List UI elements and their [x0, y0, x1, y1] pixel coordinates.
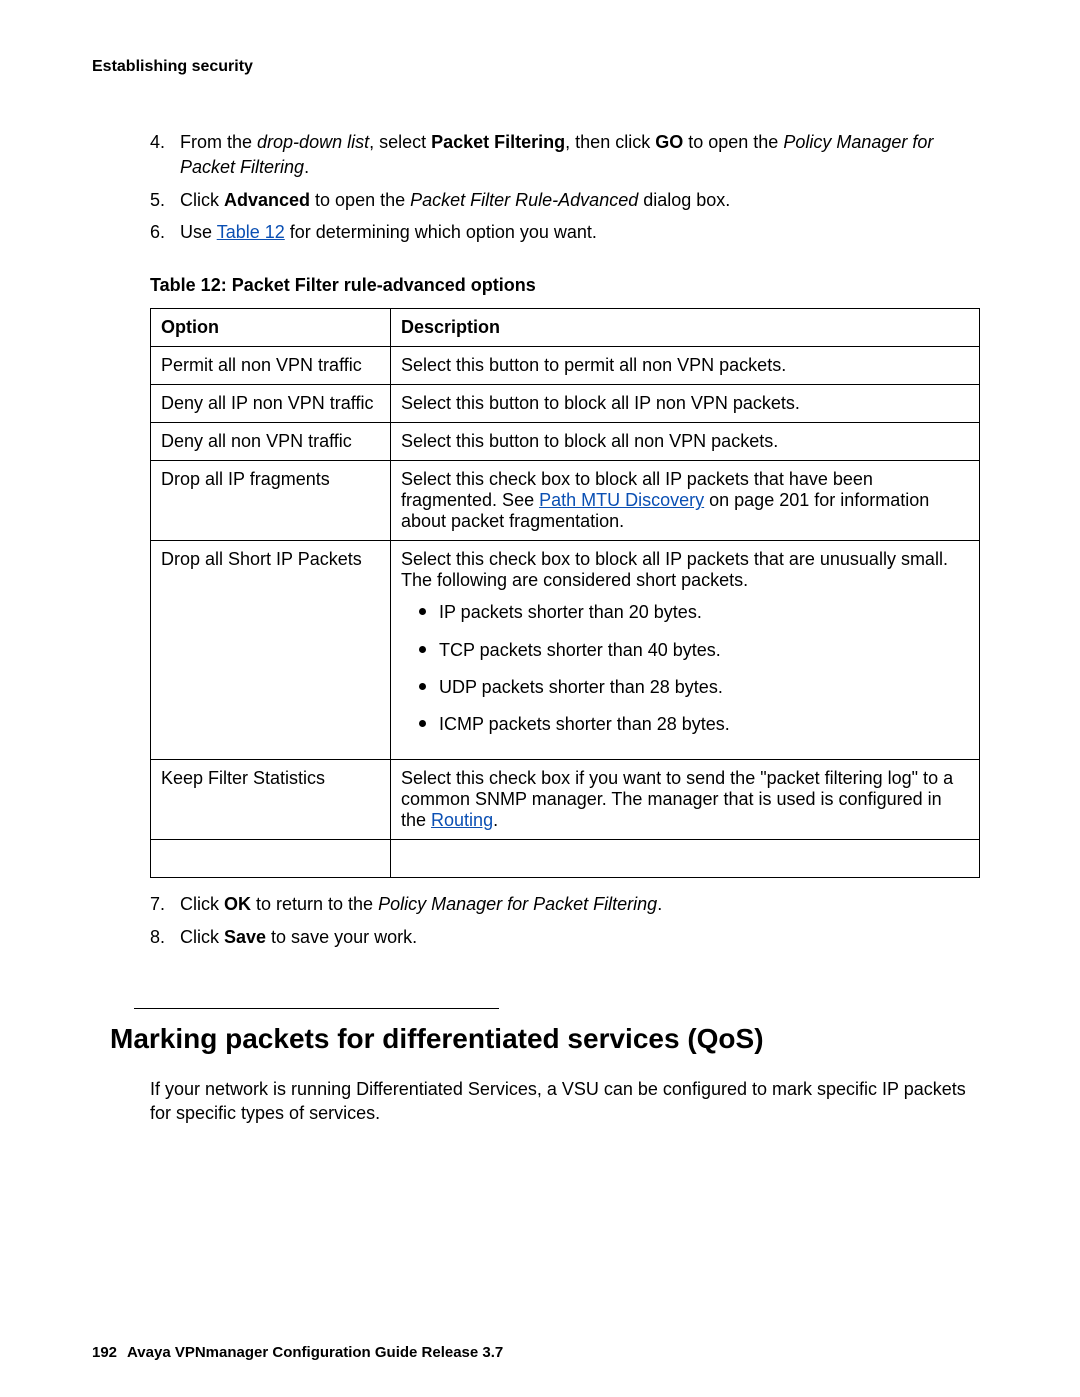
text: to open the: [683, 132, 783, 152]
text: Select this check box to block all IP pa…: [401, 549, 948, 590]
page-number: 192: [92, 1344, 117, 1361]
text-italic: Packet Filter Rule-Advanced: [410, 190, 638, 210]
steps-list-a: From the drop-down list, select Packet F…: [150, 130, 980, 245]
cell-option: Drop all IP fragments: [151, 461, 391, 541]
table-header-row: Option Description: [151, 309, 980, 347]
section-divider: [134, 1008, 499, 1009]
page-header: Establishing security: [92, 58, 988, 76]
list-item: ICMP packets shorter than 28 bytes.: [419, 713, 969, 736]
cell-description: Select this check box to block all IP pa…: [391, 541, 980, 760]
cell-option: Deny all non VPN traffic: [151, 423, 391, 461]
options-table: Option Description Permit all non VPN tr…: [150, 308, 980, 878]
text: Use: [180, 222, 217, 242]
steps-list-b: Click OK to return to the Policy Manager…: [150, 892, 980, 950]
table-caption: Table 12: Packet Filter rule-advanced op…: [150, 275, 980, 296]
step-7: Click OK to return to the Policy Manager…: [150, 892, 980, 917]
table-row: Permit all non VPN traffic Select this b…: [151, 347, 980, 385]
text-bold: GO: [655, 132, 683, 152]
text: to return to the: [251, 894, 378, 914]
cell-description: Select this button to block all non VPN …: [391, 423, 980, 461]
footer-title: Avaya VPNmanager Configuration Guide Rel…: [127, 1344, 503, 1361]
table-row: Deny all non VPN traffic Select this but…: [151, 423, 980, 461]
section-body: If your network is running Differentiate…: [150, 1077, 980, 1127]
text: , select: [369, 132, 431, 152]
step-8: Click Save to save your work.: [150, 925, 980, 950]
table-row: Keep Filter Statistics Select this check…: [151, 759, 980, 839]
text: on page 201: [704, 490, 809, 510]
table-row: Drop all IP fragments Select this check …: [151, 461, 980, 541]
cell-option: Drop all Short IP Packets: [151, 541, 391, 760]
text: Click: [180, 927, 224, 947]
text: for determining which option you want.: [285, 222, 597, 242]
step-6: Use Table 12 for determining which optio…: [150, 220, 980, 245]
cell-description: Select this check box to block all IP pa…: [391, 461, 980, 541]
short-packets-list: IP packets shorter than 20 bytes. TCP pa…: [401, 601, 969, 737]
link-table-12[interactable]: Table 12: [217, 222, 285, 242]
text: to open the: [310, 190, 410, 210]
text-bold: Advanced: [224, 190, 310, 210]
text-bold: Packet Filtering: [431, 132, 565, 152]
text-bold: Save: [224, 927, 266, 947]
main-content: From the drop-down list, select Packet F…: [92, 130, 988, 1126]
text: Click: [180, 894, 224, 914]
link-routing[interactable]: Routing: [431, 810, 493, 830]
cell-empty: [391, 839, 980, 877]
list-item: TCP packets shorter than 40 bytes.: [419, 639, 969, 662]
section-heading: Marking packets for differentiated servi…: [110, 1023, 980, 1055]
text: .: [493, 810, 498, 830]
cell-option: Keep Filter Statistics: [151, 759, 391, 839]
list-item: UDP packets shorter than 28 bytes.: [419, 676, 969, 699]
text: .: [304, 157, 309, 177]
text: .: [657, 894, 662, 914]
cell-description: Select this button to permit all non VPN…: [391, 347, 980, 385]
cell-option: Permit all non VPN traffic: [151, 347, 391, 385]
text-italic: drop-down list: [257, 132, 369, 152]
cell-option: Deny all IP non VPN traffic: [151, 385, 391, 423]
text: to save your work.: [266, 927, 417, 947]
text: , then click: [565, 132, 655, 152]
text: Click: [180, 190, 224, 210]
table-row: Drop all Short IP Packets Select this ch…: [151, 541, 980, 760]
text-bold: OK: [224, 894, 251, 914]
link-path-mtu[interactable]: Path MTU Discovery: [539, 490, 704, 510]
text: dialog box.: [638, 190, 730, 210]
cell-description: Select this button to block all IP non V…: [391, 385, 980, 423]
step-5: Click Advanced to open the Packet Filter…: [150, 188, 980, 213]
text-italic: Policy Manager for Packet Filtering: [378, 894, 657, 914]
cell-description: Select this check box if you want to sen…: [391, 759, 980, 839]
col-option: Option: [151, 309, 391, 347]
cell-empty: [151, 839, 391, 877]
col-description: Description: [391, 309, 980, 347]
text: From the: [180, 132, 257, 152]
page-footer: 192 Avaya VPNmanager Configuration Guide …: [92, 1344, 503, 1361]
list-item: IP packets shorter than 20 bytes.: [419, 601, 969, 624]
table-row: Deny all IP non VPN traffic Select this …: [151, 385, 980, 423]
step-4: From the drop-down list, select Packet F…: [150, 130, 980, 180]
table-row-empty: [151, 839, 980, 877]
